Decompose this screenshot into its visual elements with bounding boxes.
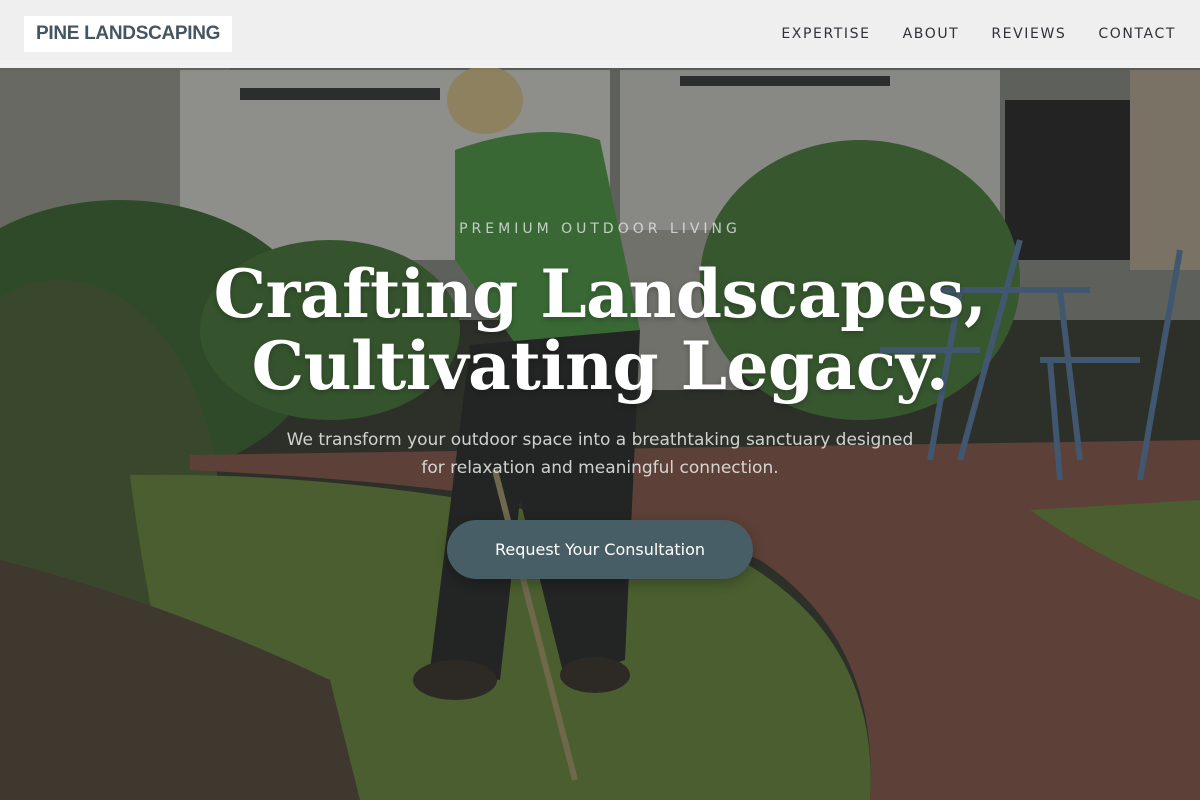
hero-headline: Crafting Landscapes, Cultivating Legacy.	[0, 258, 1200, 402]
nav-link-reviews[interactable]: REVIEWS	[991, 26, 1066, 42]
main-nav: EXPERTISE ABOUT REVIEWS CONTACT	[781, 26, 1176, 42]
request-consultation-button[interactable]: Request Your Consultation	[447, 520, 753, 579]
hero-eyebrow: PREMIUM OUTDOOR LIVING	[459, 221, 741, 237]
nav-link-about[interactable]: ABOUT	[903, 26, 960, 42]
hero-content: PREMIUM OUTDOOR LIVING Crafting Landscap…	[0, 0, 1200, 800]
hero-subtext: We transform your outdoor space into a b…	[286, 430, 914, 478]
headline-line-2: Cultivating Legacy.	[251, 327, 949, 405]
nav-link-expertise[interactable]: EXPERTISE	[781, 26, 870, 42]
headline-line-1: Crafting Landscapes,	[213, 255, 987, 333]
nav-link-contact[interactable]: CONTACT	[1098, 26, 1176, 42]
site-header: PINE LANDSCAPING EXPERTISE ABOUT REVIEWS…	[0, 0, 1200, 68]
brand-logo[interactable]: PINE LANDSCAPING	[24, 16, 233, 52]
